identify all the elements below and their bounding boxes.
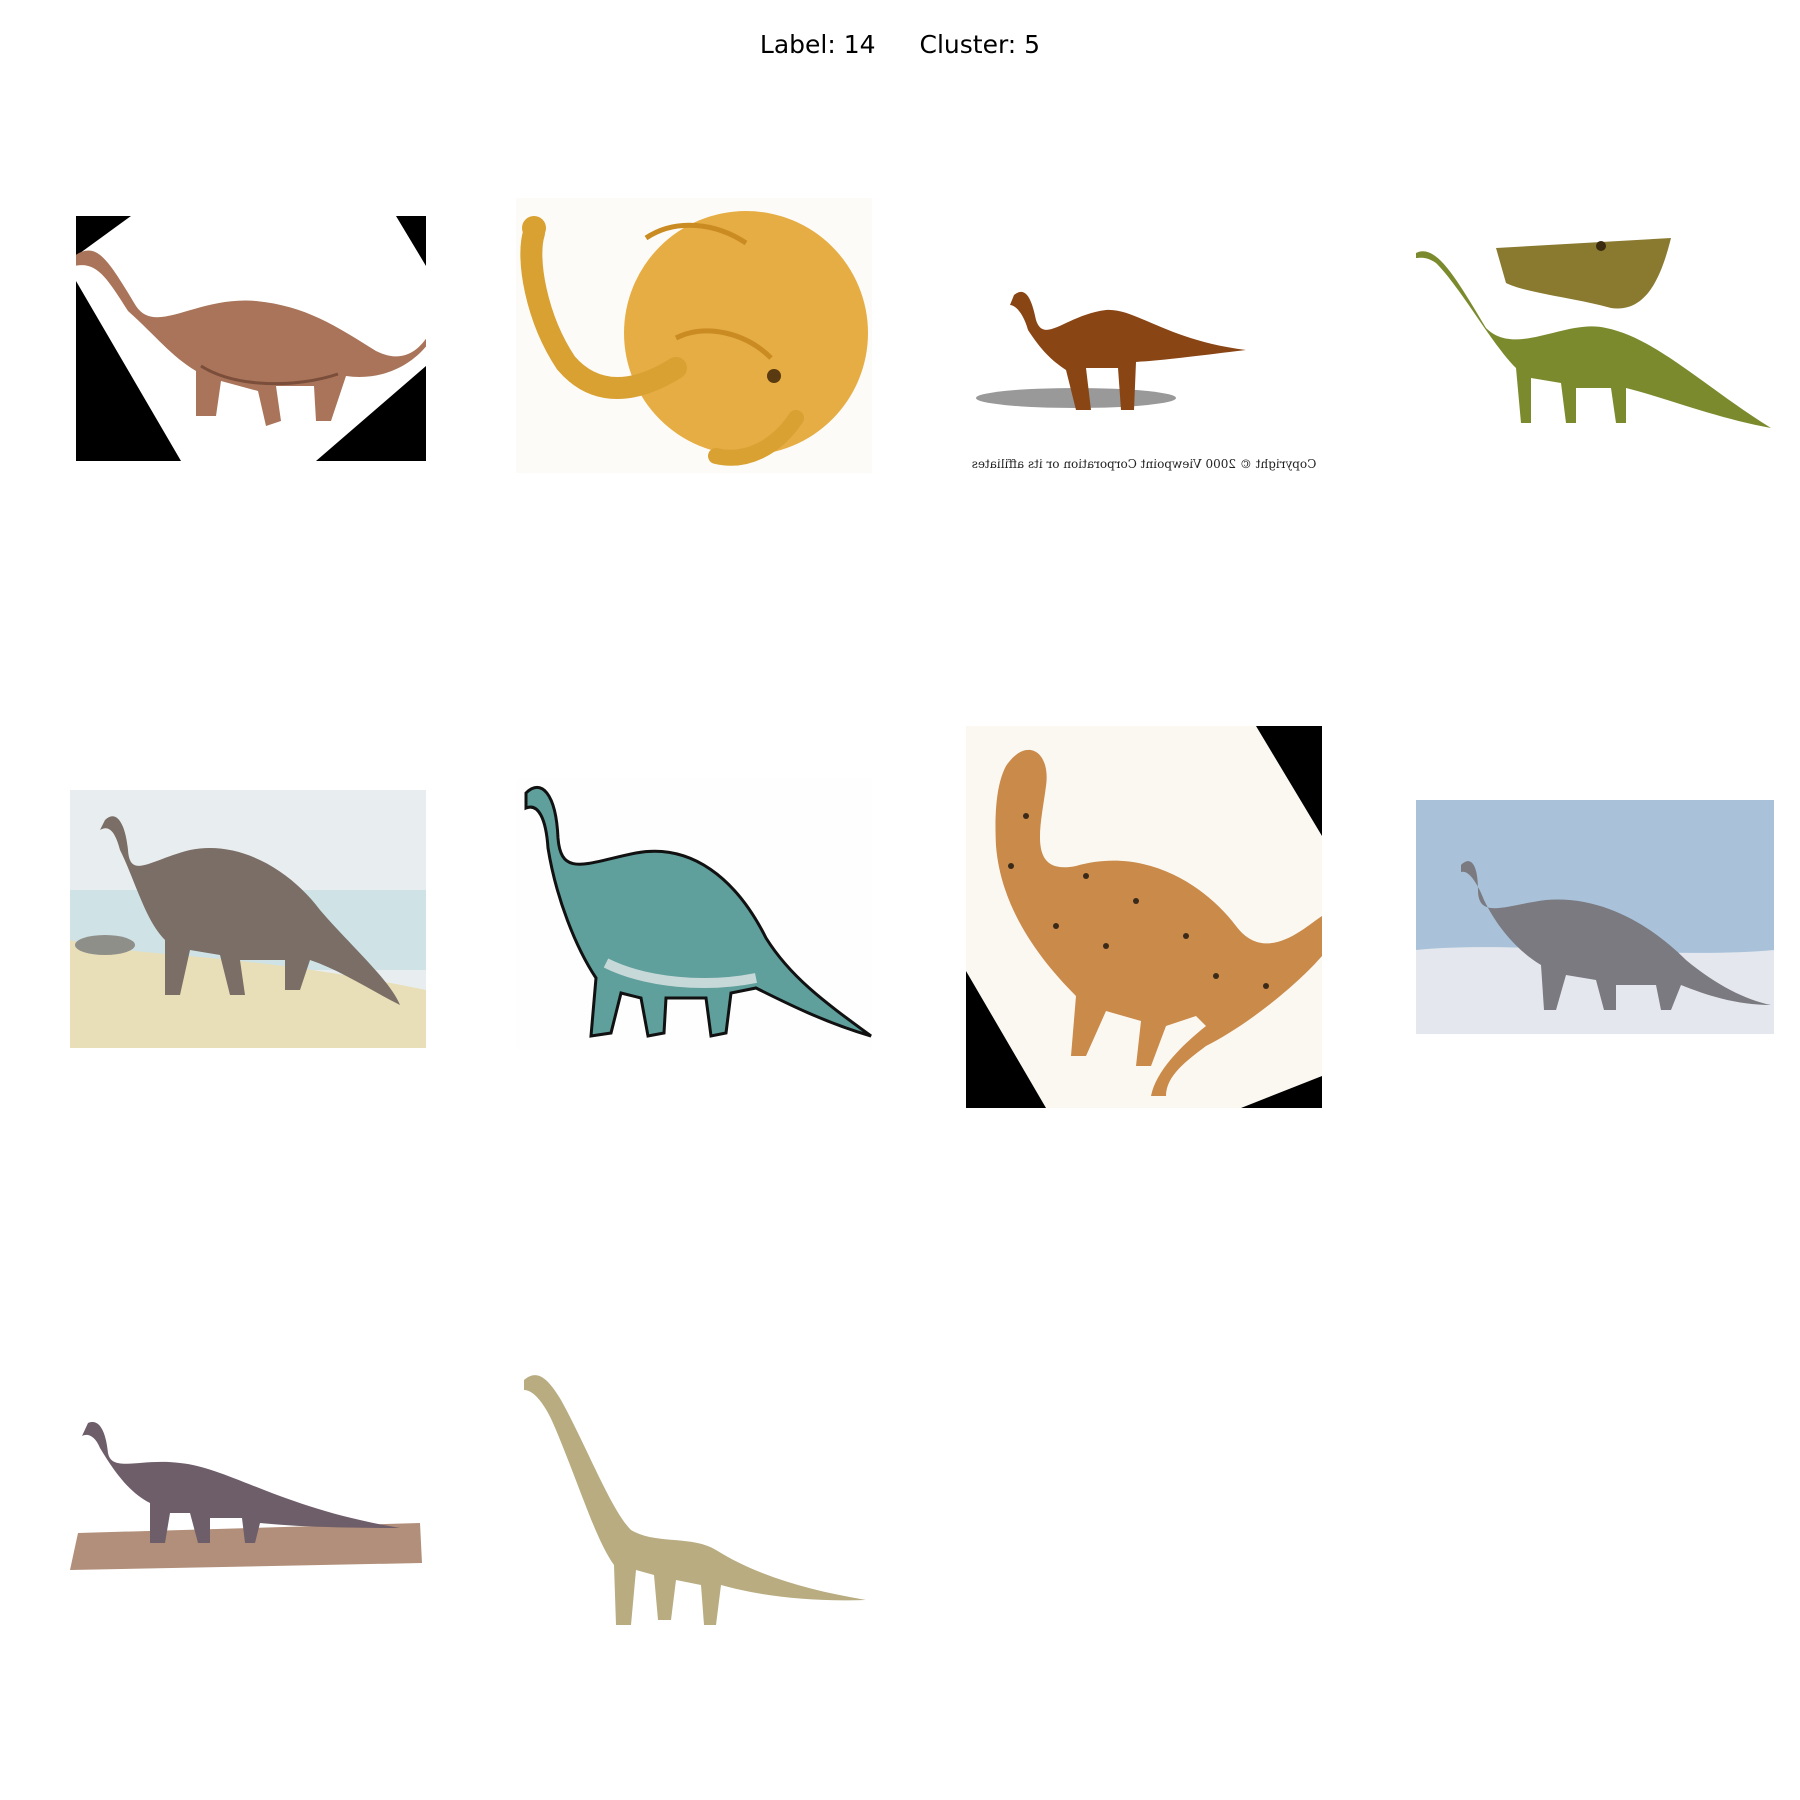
dino-image-5 bbox=[70, 790, 426, 1048]
dino-image-1 bbox=[76, 216, 426, 461]
dino-image-6 bbox=[516, 778, 872, 1050]
dino-image-4 bbox=[1416, 238, 1774, 443]
dino-image-7 bbox=[966, 726, 1322, 1108]
dino-image-2 bbox=[516, 198, 872, 473]
copyright-caption: Copyright © 2000 Viewpoint Corporation o… bbox=[972, 457, 1317, 471]
figure-title: Label: 14 Cluster: 5 bbox=[0, 30, 1800, 59]
dino-image-8 bbox=[1416, 800, 1774, 1034]
dino-image-10 bbox=[516, 1370, 872, 1632]
label-text: Label: 14 bbox=[759, 30, 876, 59]
dino-image-3: Copyright © 2000 Viewpoint Corporation o… bbox=[966, 260, 1322, 475]
cluster-text: Cluster: 5 bbox=[919, 30, 1041, 59]
dino-image-9 bbox=[70, 1418, 426, 1578]
